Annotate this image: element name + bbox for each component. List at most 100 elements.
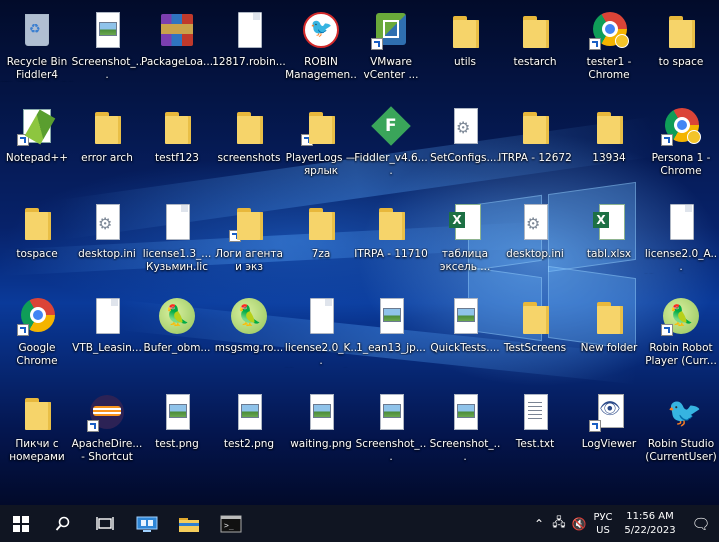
image-file-icon: [371, 392, 411, 432]
desktop-icon[interactable]: PackageLoa...: [140, 4, 214, 96]
show-hidden-icons-chevron-icon[interactable]: ⌃: [529, 517, 549, 531]
desktop-icon[interactable]: 1_ean13_jp...: [354, 290, 428, 382]
desktop-icon[interactable]: PlayerLogs — ярлык: [284, 100, 358, 192]
desktop-icon[interactable]: tabl.xlsx: [572, 196, 646, 288]
search-icon: [55, 516, 70, 531]
desktop-icon[interactable]: error arch: [70, 100, 144, 192]
desktop-icon[interactable]: Screenshot_...: [428, 386, 502, 478]
desktop-icon[interactable]: Persona 1 - Chrome: [644, 100, 718, 192]
action-center-button[interactable]: 🗨: [683, 505, 719, 542]
desktop-icon[interactable]: 13934: [572, 100, 646, 192]
desktop-icon[interactable]: Recycle Bin Fiddler4 FileZilla 3 x64: [0, 4, 74, 96]
image-file-icon: [157, 392, 197, 432]
desktop-icon[interactable]: LogViewer: [572, 386, 646, 478]
desktop-icon-label: Логи агента и экз: [215, 248, 283, 273]
desktop-icon[interactable]: New folder: [572, 290, 646, 382]
desktop-icon[interactable]: utils: [428, 4, 502, 96]
desktop-icon[interactable]: test2.png: [212, 386, 286, 478]
desktop-icon[interactable]: testf123: [140, 100, 214, 192]
robin-robot-icon: [661, 296, 701, 336]
desktop-icon-label: New folder: [580, 342, 638, 354]
desktop-icon[interactable]: Test.txt: [498, 386, 572, 478]
folder-icon: [589, 296, 629, 336]
desktop-icon[interactable]: desktop.ini: [70, 196, 144, 288]
desktop-icon[interactable]: TestScreens: [498, 290, 572, 382]
desktop-icon[interactable]: ITRPA - 11710: [354, 196, 428, 288]
network-icon[interactable]: 🖧: [549, 513, 569, 534]
desktop-icon-label: license2.0_A... Митрофано...: [644, 248, 718, 273]
folder-icon: [17, 392, 57, 432]
server-manager-taskbar-button[interactable]: [126, 505, 168, 542]
desktop-icon[interactable]: Screenshot_...: [354, 386, 428, 478]
settings-file-icon: [515, 202, 555, 242]
document-icon: [301, 296, 341, 336]
desktop-icon[interactable]: Robin Studio (CurrentUser): [644, 386, 718, 478]
folder-icon: [229, 106, 269, 146]
desktop-icon[interactable]: Robin Robot Player (Curr...: [644, 290, 718, 382]
desktop-icon-label: to space: [658, 56, 704, 68]
desktop-icon-label: tester1 - Chrome: [586, 56, 632, 81]
volume-muted-icon[interactable]: 🔇: [569, 517, 589, 531]
desktop-icon[interactable]: VTB_Leasin...: [70, 290, 144, 382]
robin-management-icon: [301, 10, 341, 50]
clock[interactable]: 11:56 AM 5/22/2023: [617, 510, 683, 538]
desktop-icon[interactable]: Notepad++: [0, 100, 74, 192]
task-view-button[interactable]: [84, 505, 126, 542]
desktop-icon[interactable]: ROBIN Managemen...: [284, 4, 358, 96]
clock-time: 11:56 AM: [626, 510, 674, 522]
shortcut-arrow-icon: [589, 38, 601, 50]
desktop-icon[interactable]: Пикчи с номерами а...: [0, 386, 74, 478]
file-explorer-taskbar-button[interactable]: [168, 505, 210, 542]
desktop-icon[interactable]: to space: [644, 4, 718, 96]
desktop-icon[interactable]: desktop.ini: [498, 196, 572, 288]
desktop-icon[interactable]: Google Chrome: [0, 290, 74, 382]
image-file-icon: [229, 392, 269, 432]
desktop-icon[interactable]: tospace: [0, 196, 74, 288]
desktop-icon-label: desktop.ini: [78, 248, 136, 260]
desktop-icon[interactable]: Fiddler_v4.6....: [354, 100, 428, 192]
desktop-icon[interactable]: tester1 - Chrome: [572, 4, 646, 96]
desktop-icon[interactable]: ITRPA - 12672: [498, 100, 572, 192]
desktop-icon[interactable]: testarch: [498, 4, 572, 96]
shortcut-arrow-icon: [17, 134, 29, 146]
desktop-icon[interactable]: Bufer_obm...: [140, 290, 214, 382]
desktop-icon[interactable]: QuickTests....: [428, 290, 502, 382]
desktop-icon-label: license1.3_... Кузьмин.lic: [142, 248, 212, 273]
start-button[interactable]: [0, 505, 42, 542]
notepad-plus-plus-icon: [17, 106, 57, 146]
input-language-label: РУС: [593, 511, 613, 523]
desktop-icon[interactable]: msgsmg.ro...: [212, 290, 286, 382]
desktop-icon[interactable]: таблица эксель ...: [428, 196, 502, 288]
input-language-indicator[interactable]: РУС US: [589, 511, 617, 537]
settings-file-icon: [87, 202, 127, 242]
command-prompt-taskbar-button[interactable]: >_: [210, 505, 252, 542]
folder-icon: [17, 202, 57, 242]
desktop-icon-label: Notepad++: [5, 152, 69, 164]
desktop-icon[interactable]: screenshots: [212, 100, 286, 192]
folder-icon: [445, 10, 485, 50]
desktop-icon[interactable]: SetConfigs....: [428, 100, 502, 192]
desktop-icon[interactable]: Логи агента и экз: [212, 196, 286, 288]
desktop-icon[interactable]: VMware vCenter ...: [354, 4, 428, 96]
folder-icon: [515, 106, 555, 146]
desktop-icon[interactable]: 7za: [284, 196, 358, 288]
image-file-icon: [301, 392, 341, 432]
input-layout-label: US: [596, 524, 610, 536]
desktop-icon[interactable]: license2.0_A... Митрофано...: [644, 196, 718, 288]
desktop-icon[interactable]: license1.3_... Кузьмин.lic: [140, 196, 214, 288]
search-button[interactable]: [42, 505, 84, 542]
desktop-icon[interactable]: ApacheDire... - Shortcut: [70, 386, 144, 478]
desktop-icon[interactable]: test.png: [140, 386, 214, 478]
desktop-icon[interactable]: Screenshot_...: [70, 4, 144, 96]
desktop-icon[interactable]: waiting.png: [284, 386, 358, 478]
desktop-icon-label: LogViewer: [581, 438, 637, 450]
desktop-icon-label: Screenshot_...: [355, 438, 427, 463]
fiddler-icon: [371, 106, 411, 146]
desktop-icon[interactable]: license2.0_K... Кузьмин_ol...: [284, 290, 358, 382]
desktop-icon-label: 1_ean13_jp...: [356, 342, 426, 354]
shortcut-arrow-icon: [87, 420, 99, 432]
desktop-icon-label: license2.0_K... Кузьмин_ol...: [284, 342, 358, 367]
desktop-icon-label: QuickTests....: [430, 342, 500, 354]
desktop-icon-label: Google Chrome: [16, 342, 58, 367]
desktop-icon[interactable]: 12817.robin...: [212, 4, 286, 96]
